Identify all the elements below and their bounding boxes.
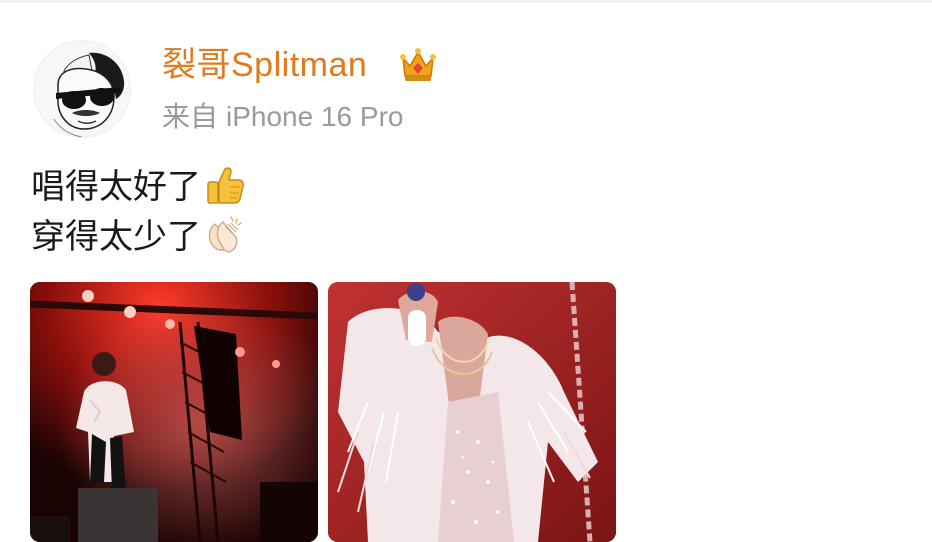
- top-divider: [0, 0, 932, 3]
- post-source: 来自 iPhone 16 Pro: [162, 98, 403, 136]
- post-text-2: 穿得太少了: [31, 218, 201, 256]
- post-text-line-2: 穿得太少了: [31, 214, 245, 259]
- thumbs-up-icon: [207, 167, 244, 204]
- source-prefix: 来自: [162, 101, 219, 132]
- post-text-line-1: 唱得太好了: [31, 164, 245, 209]
- avatar[interactable]: [33, 40, 131, 138]
- clapping-hands-icon: [208, 216, 242, 253]
- source-device[interactable]: iPhone 16 Pro: [226, 101, 403, 132]
- post-image-2[interactable]: [328, 282, 616, 542]
- post-image-1[interactable]: [30, 282, 318, 542]
- post-text-1: 唱得太好了: [31, 168, 201, 206]
- author-name[interactable]: 裂哥Splitman: [162, 43, 367, 87]
- crown-icon: [400, 48, 436, 81]
